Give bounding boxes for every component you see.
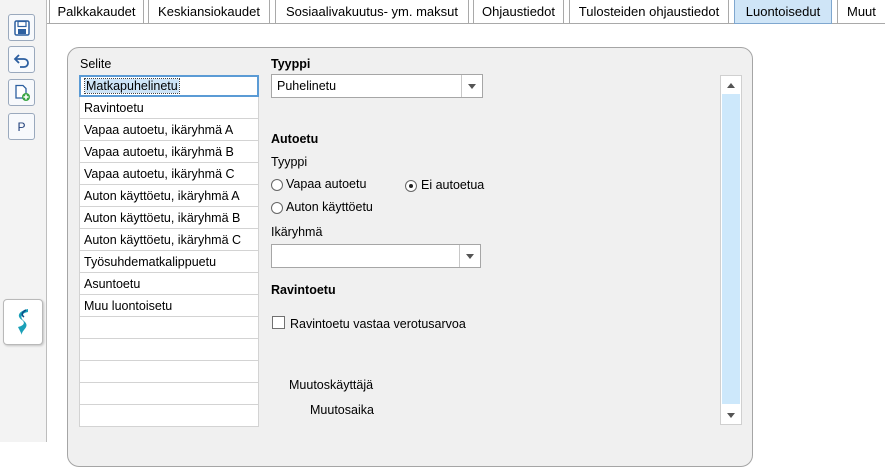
list-item-empty[interactable] [79, 405, 259, 427]
ravintoetu-heading: Ravintoetu [271, 283, 336, 297]
muutoskayttaja-label: Muutoskäyttäjä [289, 378, 374, 392]
muutosaika-label: Muutosaika [310, 403, 374, 417]
chevron-down-icon[interactable] [461, 75, 482, 97]
undo-button[interactable] [8, 46, 35, 73]
list-item[interactable]: Ravintoetu [79, 97, 259, 119]
new-document-button[interactable] [8, 79, 35, 106]
scroll-down-icon[interactable] [721, 406, 741, 424]
radio-ei-autoetua[interactable] [405, 180, 417, 192]
list-item[interactable]: Vapaa autoetu, ikäryhmä B [79, 141, 259, 163]
tab-bar: Palkkakaudet Keskiansiokaudet Sosiaaliva… [47, 0, 885, 24]
radio-auton-kayttoetu[interactable] [271, 202, 283, 214]
app-logo-button[interactable] [3, 299, 43, 345]
list-item-empty[interactable] [79, 361, 259, 383]
tab-tulosteiden-ohjaustiedot[interactable]: Tulosteiden ohjaustiedot [569, 0, 729, 24]
tyyppi-label: Tyyppi [271, 57, 311, 71]
scroll-up-icon[interactable] [721, 76, 741, 94]
save-icon [13, 19, 30, 36]
chevron-down-icon[interactable] [459, 245, 480, 267]
tab-luontoisedut[interactable]: Luontoisedut [734, 0, 832, 24]
list-item[interactable]: Työsuhdematkalippuetu [79, 251, 259, 273]
tab-palkkakaudet[interactable]: Palkkakaudet [49, 0, 144, 24]
new-document-icon [14, 84, 30, 101]
ikaryhma-label: Ikäryhmä [271, 225, 323, 239]
list-item-empty[interactable] [79, 317, 259, 339]
save-button[interactable] [8, 14, 35, 41]
autoetu-tyyppi-label: Tyyppi [271, 155, 308, 169]
left-toolbar: P [0, 0, 47, 442]
scroll-thumb[interactable] [722, 94, 740, 404]
tab-keskiansiokaudet[interactable]: Keskiansiokaudet [148, 0, 270, 24]
list-item-empty[interactable] [79, 339, 259, 361]
tyyppi-select[interactable]: Puhelinetu [271, 74, 483, 98]
list-item[interactable]: Auton käyttöetu, ikäryhmä C [79, 229, 259, 251]
tab-sosiaalivakuutus[interactable]: Sosiaalivakuutus- ym. maksut [275, 0, 469, 24]
tab-ohjaustiedot[interactable]: Ohjaustiedot [473, 0, 564, 24]
radio-vapaa-autoetu[interactable] [271, 179, 283, 191]
list-item[interactable]: Auton käyttöetu, ikäryhmä B [79, 207, 259, 229]
list-item[interactable]: Muu luontoisetu [79, 295, 259, 317]
radio-ei-autoetua-label: Ei autoetua [421, 178, 485, 192]
list-item-label: Matkapuhelinetu [84, 78, 180, 94]
tab-muut[interactable]: Muut [837, 0, 885, 24]
ravintoetu-checkbox[interactable] [272, 316, 285, 329]
selite-list: Matkapuhelinetu Ravintoetu Vapaa autoetu… [79, 75, 259, 427]
list-item[interactable]: Auton käyttöetu, ikäryhmä A [79, 185, 259, 207]
list-item[interactable]: Vapaa autoetu, ikäryhmä A [79, 119, 259, 141]
vertical-scrollbar[interactable] [720, 75, 742, 425]
undo-icon [13, 53, 29, 68]
p-button[interactable]: P [8, 113, 35, 140]
app-logo-icon [18, 309, 28, 335]
ikaryhma-select[interactable] [271, 244, 481, 268]
autoetu-heading: Autoetu [271, 132, 319, 146]
ravintoetu-checkbox-label: Ravintoetu vastaa verotusarvoa [290, 317, 466, 331]
list-item-empty[interactable] [79, 383, 259, 405]
tyyppi-select-value: Puhelinetu [277, 79, 337, 93]
list-item[interactable]: Asuntoetu [79, 273, 259, 295]
selite-header: Selite [80, 57, 112, 71]
list-item[interactable]: Vapaa autoetu, ikäryhmä C [79, 163, 259, 185]
radio-auton-kayttoetu-label: Auton käyttöetu [286, 200, 373, 214]
radio-vapaa-autoetu-label: Vapaa autoetu [286, 177, 367, 191]
list-item[interactable]: Matkapuhelinetu [79, 75, 259, 97]
